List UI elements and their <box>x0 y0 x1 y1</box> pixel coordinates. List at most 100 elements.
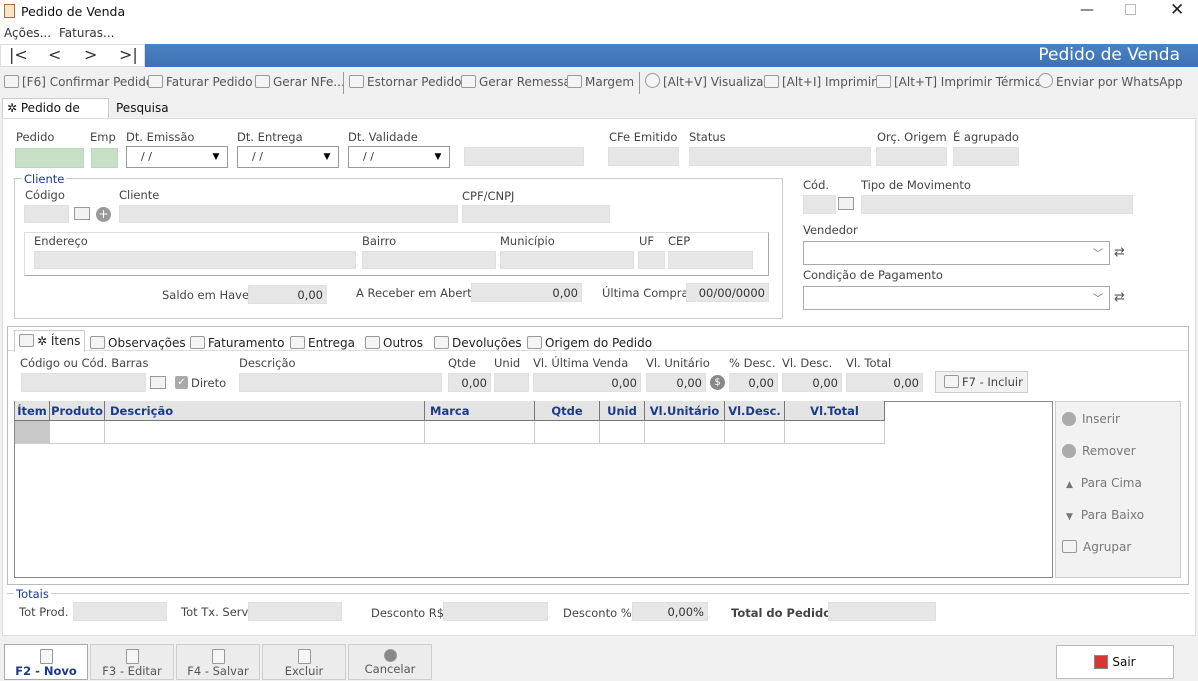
group-icon <box>1062 540 1077 553</box>
search-icon[interactable] <box>150 376 166 389</box>
tab-faturamento[interactable]: Faturamento <box>190 333 284 353</box>
tab-origem-pedido[interactable]: Origem do Pedido <box>527 333 652 353</box>
tab-pesquisa[interactable]: Pesquisa <box>116 101 169 115</box>
notes-icon <box>90 336 105 349</box>
dt-validade-field[interactable]: / / ▼ <box>348 146 450 168</box>
table-cell[interactable] <box>425 421 535 444</box>
menu-faturas[interactable]: Faturas... <box>59 26 114 40</box>
tab-observacoes[interactable]: Observações <box>90 333 186 353</box>
reverse-order-button[interactable]: Estornar Pedido <box>349 72 461 92</box>
table-cell[interactable] <box>105 421 425 444</box>
grid-header-descricao[interactable]: Descrição <box>105 401 425 421</box>
vl-unit-field[interactable]: 0,00 <box>646 373 706 392</box>
minimize-icon[interactable]: — <box>1080 2 1094 18</box>
generate-shipment-button[interactable]: Gerar Remessa <box>461 72 571 92</box>
first-record-icon[interactable]: |< <box>9 45 28 64</box>
table-cell[interactable] <box>50 421 105 444</box>
pedido-field[interactable] <box>15 148 84 168</box>
excluir-button[interactable]: Excluir <box>262 644 346 680</box>
tab-itens[interactable]: ✲ Ítens <box>14 330 86 352</box>
grid-header-item[interactable]: Ítem <box>15 401 50 421</box>
search-icon[interactable] <box>838 197 854 210</box>
cod-label: Cód. <box>803 178 830 192</box>
condicao-select[interactable]: ﹀ <box>803 286 1110 310</box>
thermal-print-button[interactable]: [Alt+T] Imprimir Térmica <box>876 72 1042 92</box>
refresh-icon[interactable]: ⇄ <box>1114 245 1125 260</box>
dt-emissao-field[interactable]: / / ▼ <box>126 146 228 168</box>
print-button[interactable]: [Alt+I] Imprimir <box>764 72 876 92</box>
grid-header-marca[interactable]: Marca <box>425 401 535 421</box>
preview-button[interactable]: [Alt+V] Visualizar <box>645 72 768 92</box>
vl-total-label: Vl. Total <box>846 356 892 370</box>
tab-devolucoes[interactable]: Devoluções <box>434 333 522 353</box>
chevron-down-icon[interactable]: ﹀ <box>1093 290 1103 305</box>
table-cell[interactable] <box>535 421 600 444</box>
inserir-button[interactable]: Inserir <box>1062 412 1120 426</box>
extra-field <box>464 147 584 166</box>
whatsapp-button[interactable]: Enviar por WhatsApp <box>1038 72 1183 92</box>
table-cell[interactable] <box>645 421 725 444</box>
table-cell[interactable] <box>785 421 885 444</box>
last-record-icon[interactable]: >| <box>119 45 138 64</box>
table-row-indicator[interactable] <box>15 421 50 444</box>
vendedor-select[interactable]: ﹀ <box>803 241 1110 265</box>
chevron-down-icon[interactable]: ▼ <box>205 147 227 167</box>
chevron-down-icon[interactable]: ▼ <box>316 147 338 167</box>
grid-header-vl-total[interactable]: Vl.Total <box>785 401 885 421</box>
tipo-mov-code-field[interactable] <box>803 195 836 214</box>
remover-button[interactable]: Remover <box>1062 444 1136 458</box>
grid-header-vl-unitario[interactable]: Vl.Unitário <box>645 401 725 421</box>
table-cell[interactable] <box>600 421 645 444</box>
close-icon[interactable]: ✕ <box>1170 0 1184 20</box>
return-icon <box>434 336 449 349</box>
plus-circle-icon <box>1062 412 1076 426</box>
para-baixo-button[interactable]: ▼ Para Baixo <box>1062 508 1144 522</box>
search-icon[interactable] <box>74 207 90 220</box>
dt-entrega-field[interactable]: / / ▼ <box>237 146 339 168</box>
add-client-icon[interactable]: + <box>96 207 111 222</box>
next-record-icon[interactable]: > <box>84 45 97 64</box>
salvar-button[interactable]: F4 - Salvar <box>176 644 260 680</box>
chevron-down-icon[interactable]: ﹀ <box>1093 245 1103 260</box>
agrupar-button[interactable]: Agrupar <box>1062 540 1131 554</box>
emp-label: Emp <box>90 130 116 144</box>
tab-pedido-de-venda[interactable]: ✲ Pedido de Venda <box>2 98 109 133</box>
refresh-icon[interactable]: ⇄ <box>1114 290 1125 305</box>
incluir-button[interactable]: F7 - Incluir <box>935 371 1028 393</box>
editar-button[interactable]: F3 - Editar <box>90 644 174 680</box>
minus-circle-icon <box>1062 444 1076 458</box>
cancelar-button[interactable]: Cancelar <box>348 644 432 680</box>
cliente-codigo-field[interactable] <box>24 205 69 223</box>
table-cell[interactable] <box>725 421 785 444</box>
chevron-down-icon[interactable]: ▼ <box>427 147 449 167</box>
menu-acoes[interactable]: Ações... <box>4 26 51 40</box>
qtde-field[interactable]: 0,00 <box>448 373 491 392</box>
invoice-order-button[interactable]: Faturar Pedido <box>148 72 253 92</box>
cpf-field <box>462 205 610 223</box>
codigo-barras-field[interactable] <box>21 373 146 392</box>
grid-header-produto[interactable]: Produto <box>50 401 105 421</box>
prev-record-icon[interactable]: < <box>48 45 61 64</box>
grid-header-qtde[interactable]: Qtde <box>535 401 600 421</box>
maximize-icon[interactable] <box>1125 4 1136 15</box>
novo-button[interactable]: F2 - Novo <box>4 644 88 680</box>
para-cima-button[interactable]: ▲ Para Cima <box>1062 476 1142 490</box>
price-icon[interactable]: $ <box>710 375 725 390</box>
direto-checkbox[interactable]: ✓ <box>175 376 188 389</box>
generate-nfe-button[interactable]: Gerar NFe... <box>255 72 345 92</box>
title-bar: Pedido de Venda — ✕ <box>0 0 1198 24</box>
confirm-order-button[interactable]: [F6] Confirmar Pedido <box>4 72 153 92</box>
emp-field[interactable] <box>91 148 118 168</box>
pct-desc-field[interactable]: 0,00 <box>729 373 778 392</box>
tab-outros[interactable]: Outros <box>365 333 423 353</box>
vl-desc-field[interactable]: 0,00 <box>782 373 842 392</box>
grid-header-vl-desc[interactable]: Vl.Desc. <box>725 401 785 421</box>
cep-field <box>668 251 753 269</box>
margin-button[interactable]: Margem <box>567 72 634 92</box>
tab-entrega[interactable]: Entrega <box>290 333 355 353</box>
printer-icon <box>764 75 779 88</box>
uf-field <box>638 251 665 269</box>
sair-button[interactable]: Sair <box>1056 645 1174 679</box>
tot-prod-field <box>73 602 167 621</box>
grid-header-unid[interactable]: Unid <box>600 401 645 421</box>
